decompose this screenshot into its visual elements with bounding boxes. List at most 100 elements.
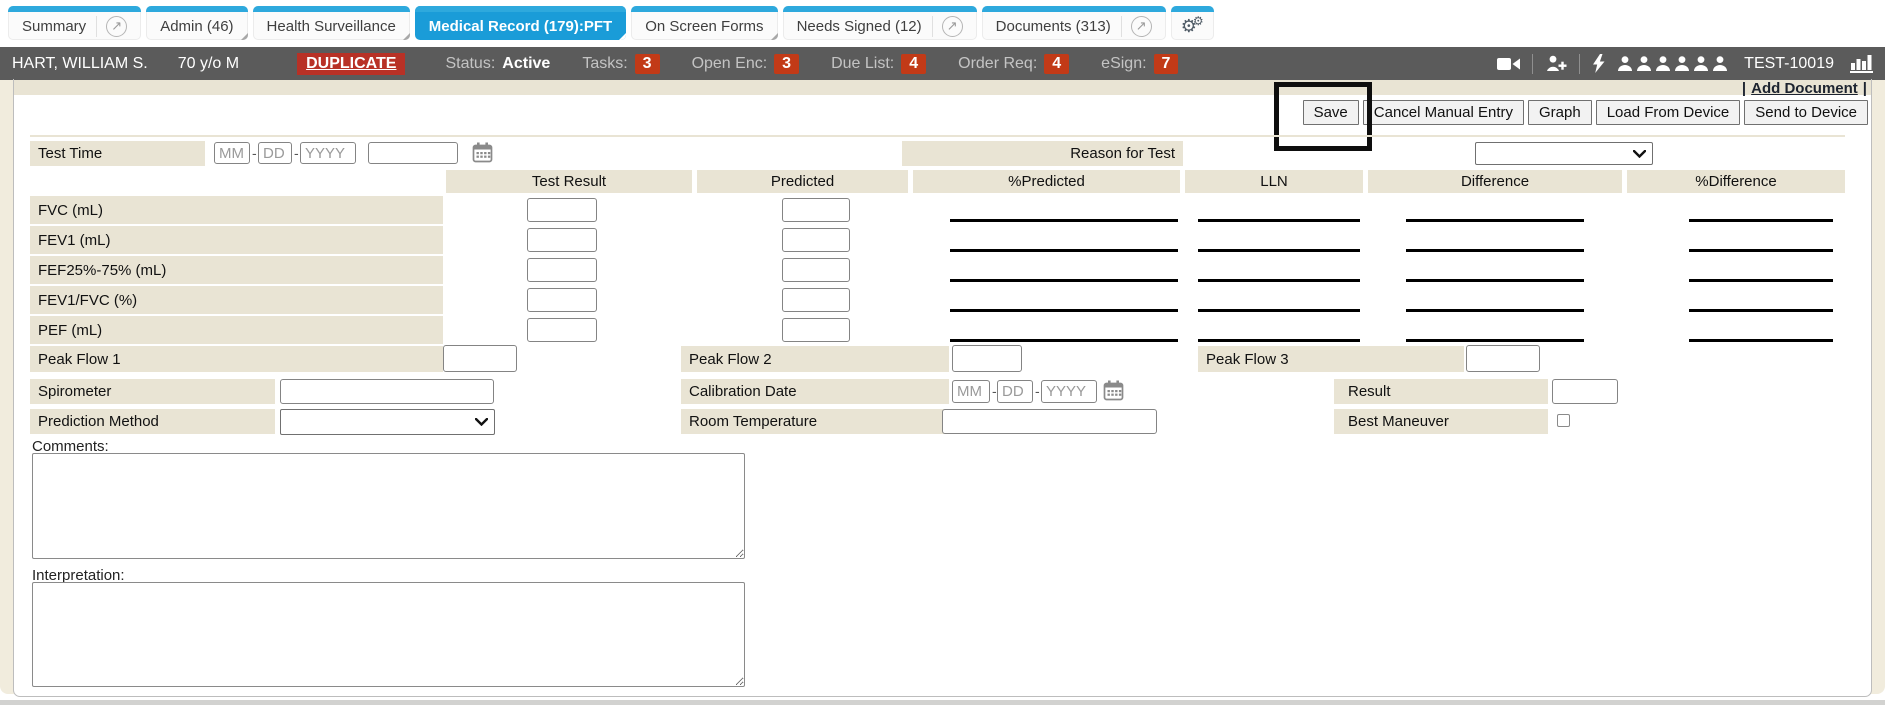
add-user-icon[interactable] <box>1545 55 1567 72</box>
fvc-test-result-input[interactable] <box>527 198 597 222</box>
pef-predicted-input[interactable] <box>782 318 850 342</box>
fev1-predicted-input[interactable] <box>782 228 850 252</box>
fev1-fvc-test-result-input[interactable] <box>527 288 597 312</box>
tab-documents[interactable]: Documents (313) ↗ <box>982 6 1166 40</box>
esign-count-badge[interactable]: 7 <box>1154 54 1179 74</box>
pef-percent-predicted-line <box>950 339 1178 342</box>
fev1-fvc-predicted-input[interactable] <box>782 288 850 312</box>
date-separator: - <box>294 145 299 161</box>
date-separator: - <box>252 145 257 161</box>
summary-popout-chip[interactable]: ↗ <box>96 16 127 37</box>
add-document-link[interactable]: Add Document <box>1751 80 1858 97</box>
tasks-count-badge[interactable]: 3 <box>635 54 660 74</box>
result-input[interactable] <box>1552 379 1618 404</box>
open-enc-label: Open Enc: <box>692 55 768 73</box>
video-camera-icon[interactable] <box>1497 56 1520 72</box>
comments-textarea[interactable] <box>32 453 745 559</box>
peak-flow-3-input[interactable] <box>1466 345 1540 372</box>
test-time-day-input[interactable] <box>258 142 292 164</box>
fef-predicted-input[interactable] <box>782 258 850 282</box>
tab-documents-label: Documents (313) <box>996 18 1111 35</box>
tab-admin[interactable]: Admin (46) <box>146 6 247 40</box>
reason-for-test-select-control[interactable] <box>1476 143 1652 164</box>
divider <box>1532 54 1533 74</box>
patient-age-sex: 70 y/o M <box>178 55 239 73</box>
esign-label: eSign: <box>1101 55 1146 73</box>
tab-on-screen-forms[interactable]: On Screen Forms <box>631 6 777 40</box>
best-maneuver-checkbox[interactable] <box>1557 414 1570 427</box>
test-time-calendar-icon[interactable] <box>472 142 493 166</box>
lightning-icon[interactable] <box>1592 54 1605 73</box>
calibration-year-input[interactable] <box>1041 380 1097 403</box>
interpretation-textarea[interactable] <box>32 582 745 687</box>
save-button[interactable]: Save <box>1303 100 1359 125</box>
open-enc-count-badge[interactable]: 3 <box>774 54 799 74</box>
fev1-fvc-percent-difference-line <box>1689 309 1833 312</box>
fev1-fvc-lln-line <box>1198 309 1360 312</box>
fvc-percent-predicted-line <box>950 219 1178 222</box>
calibration-day-input[interactable] <box>997 380 1033 403</box>
date-separator: - <box>992 383 997 399</box>
peak-flow-1-input[interactable] <box>443 345 517 372</box>
header-percent-difference: %Difference <box>1627 170 1845 193</box>
calibration-date-label: Calibration Date <box>681 379 949 404</box>
right-margin-strip <box>1871 80 1885 694</box>
bar-chart-icon[interactable] <box>1850 55 1873 73</box>
test-time-month-input[interactable] <box>214 142 250 164</box>
row-label-fvc: FVC (mL) <box>30 196 443 224</box>
pef-lln-line <box>1198 339 1360 342</box>
header-difference: Difference <box>1368 170 1622 193</box>
fvc-predicted-input[interactable] <box>782 198 850 222</box>
tab-summary[interactable]: Summary ↗ <box>8 6 141 40</box>
spirometer-label: Spirometer <box>30 379 275 404</box>
due-list-count-badge[interactable]: 4 <box>901 54 926 74</box>
date-separator: - <box>1035 383 1040 399</box>
divider <box>1579 54 1580 74</box>
room-temperature-input[interactable] <box>942 409 1157 434</box>
test-time-year-input[interactable] <box>300 142 356 164</box>
spirometer-input[interactable] <box>280 379 494 404</box>
prediction-method-select-control[interactable] <box>281 410 494 434</box>
needs-signed-popout-chip[interactable]: ↗ <box>932 16 963 37</box>
documents-popout-chip[interactable]: ↗ <box>1121 16 1152 37</box>
fef-test-result-input[interactable] <box>527 258 597 282</box>
patient-name: HART, WILLIAM S. <box>12 55 148 73</box>
pft-form-panel: | Add Document | Save Cancel Manual Entr… <box>0 80 1885 705</box>
fev1-fvc-difference-line <box>1406 309 1584 312</box>
fev1-difference-line <box>1406 249 1584 252</box>
order-req-count-badge[interactable]: 4 <box>1044 54 1069 74</box>
fvc-lln-line <box>1198 219 1360 222</box>
send-to-device-button[interactable]: Send to Device <box>1744 100 1868 125</box>
gear-small-icon: ⚙ <box>1193 15 1204 27</box>
tab-medical-record[interactable]: Medical Record (179):PFT <box>415 6 626 40</box>
graph-button[interactable]: Graph <box>1528 100 1592 125</box>
pef-percent-difference-line <box>1689 339 1833 342</box>
duplicate-badge[interactable]: DUPLICATE <box>297 53 405 75</box>
cancel-manual-entry-button[interactable]: Cancel Manual Entry <box>1363 100 1524 125</box>
tab-settings[interactable]: ⚙ ⚙ <box>1171 6 1214 40</box>
fef-lln-line <box>1198 279 1360 282</box>
tab-health-surveillance[interactable]: Health Surveillance <box>253 6 410 40</box>
fvc-percent-difference-line <box>1689 219 1833 222</box>
peak-flow-2-input[interactable] <box>952 345 1022 372</box>
order-req-label: Order Req: <box>958 55 1037 73</box>
pef-test-result-input[interactable] <box>527 318 597 342</box>
pipe: | <box>1742 80 1746 97</box>
peak-flow-3-label: Peak Flow 3 <box>1198 346 1464 372</box>
calibration-calendar-icon[interactable] <box>1103 380 1124 404</box>
load-from-device-button[interactable]: Load From Device <box>1596 100 1741 125</box>
test-time-time-input[interactable] <box>368 142 458 164</box>
panel-top-strip <box>14 80 1871 95</box>
fev1-percent-difference-line <box>1689 249 1833 252</box>
due-list-counter: Due List: 4 <box>831 54 926 74</box>
patient-list-icons[interactable] <box>1617 56 1728 71</box>
prediction-method-select[interactable] <box>280 409 495 435</box>
reason-for-test-select[interactable] <box>1475 142 1653 165</box>
tab-needs-signed[interactable]: Needs Signed (12) ↗ <box>783 6 977 40</box>
add-document-link-group: | Add Document | <box>1742 80 1867 96</box>
fev1-test-result-input[interactable] <box>527 228 597 252</box>
person-icon <box>1712 56 1728 71</box>
calibration-month-input[interactable] <box>952 380 990 403</box>
person-icon <box>1636 56 1652 71</box>
fef-percent-predicted-line <box>950 279 1178 282</box>
